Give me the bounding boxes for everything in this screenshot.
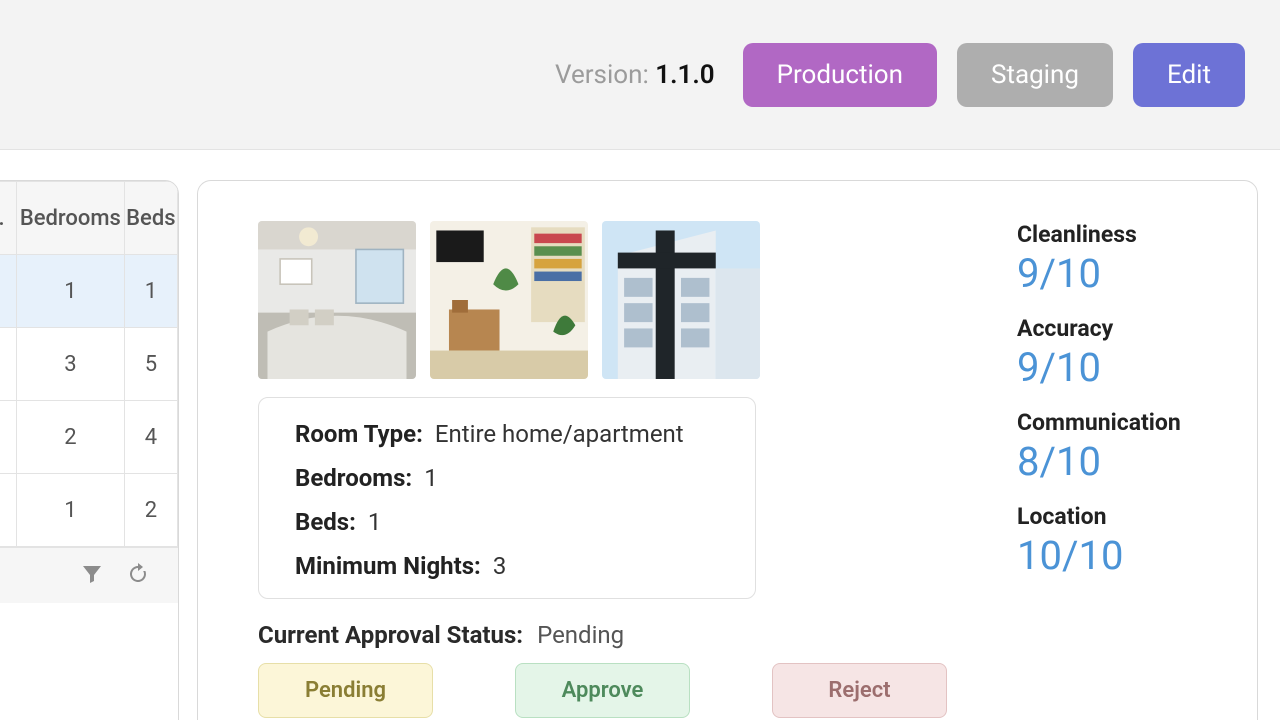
building-exterior-photo[interactable] <box>602 221 760 379</box>
score-label: Cleanliness <box>1017 221 1217 248</box>
row-cell-bedrooms: 1 <box>17 474 125 547</box>
approval-status-label: Current Approval Status: <box>258 621 523 649</box>
score-communication: Communication 8/10 <box>1017 409 1217 485</box>
beds-label: Beds: <box>295 508 356 536</box>
listing-info-box: Room Type: Entire home/apartment Bedroom… <box>258 397 756 599</box>
col-header-beds[interactable]: Beds <box>124 182 177 255</box>
row-cell-trunc <box>0 328 17 401</box>
room-type-value: Entire home/apartment <box>435 420 684 448</box>
row-cell-beds: 5 <box>124 328 177 401</box>
col-header-bedrooms[interactable]: Bedrooms <box>17 182 125 255</box>
approval-status-value: Pending <box>537 621 624 649</box>
score-accuracy: Accuracy 9/10 <box>1017 315 1217 391</box>
pending-button[interactable]: Pending <box>258 663 433 718</box>
score-value: 10/10 <box>1017 532 1217 579</box>
row-cell-beds: 1 <box>124 255 177 328</box>
row-cell-bedrooms: 2 <box>17 401 125 474</box>
livingroom-photo[interactable] <box>430 221 588 379</box>
col-header-trunc[interactable]: . <box>0 182 17 255</box>
table-row[interactable]: 1 1 <box>0 255 178 328</box>
scores-column: Cleanliness 9/10 Accuracy 9/10 Communica… <box>1017 221 1217 718</box>
table-row[interactable]: 3 5 <box>0 328 178 401</box>
row-cell-beds: 2 <box>124 474 177 547</box>
detail-column: Room Type: Entire home/apartment Bedroom… <box>258 221 947 718</box>
row-cell-trunc <box>0 474 17 547</box>
table-footer <box>0 547 178 603</box>
row-cell-trunc <box>0 255 17 328</box>
bedrooms-label: Bedrooms: <box>295 464 412 492</box>
score-cleanliness: Cleanliness 9/10 <box>1017 221 1217 297</box>
version-label: Version: <box>555 60 649 90</box>
score-label: Location <box>1017 503 1217 530</box>
score-label: Communication <box>1017 409 1217 436</box>
score-label: Accuracy <box>1017 315 1217 342</box>
row-cell-bedrooms: 3 <box>17 328 125 401</box>
reject-button[interactable]: Reject <box>772 663 947 718</box>
row-cell-trunc <box>0 401 17 474</box>
listing-photos <box>258 221 947 379</box>
listings-table: . Bedrooms Beds 1 1 3 5 2 <box>0 181 178 547</box>
table-row[interactable]: 2 4 <box>0 401 178 474</box>
version-display: Version: 1.1.0 <box>555 60 715 90</box>
score-value: 8/10 <box>1017 438 1217 485</box>
header-bar: Version: 1.1.0 Production Staging Edit <box>0 0 1280 150</box>
staging-button[interactable]: Staging <box>957 43 1113 107</box>
bedroom-photo[interactable] <box>258 221 416 379</box>
approval-status: Current Approval Status: Pending <box>258 621 947 649</box>
row-cell-bedrooms: 1 <box>17 255 125 328</box>
score-value: 9/10 <box>1017 250 1217 297</box>
listings-table-panel: . Bedrooms Beds 1 1 3 5 2 <box>0 180 179 720</box>
score-value: 9/10 <box>1017 344 1217 391</box>
score-location: Location 10/10 <box>1017 503 1217 579</box>
refresh-icon[interactable] <box>126 562 150 590</box>
room-type-label: Room Type: <box>295 420 423 448</box>
bedrooms-value: 1 <box>424 464 438 492</box>
version-number: 1.1.0 <box>655 60 714 90</box>
row-cell-beds: 4 <box>124 401 177 474</box>
production-button[interactable]: Production <box>743 43 937 107</box>
beds-value: 1 <box>368 508 382 536</box>
filter-icon[interactable] <box>80 562 104 590</box>
min-nights-value: 3 <box>493 552 507 580</box>
approve-button[interactable]: Approve <box>515 663 690 718</box>
min-nights-label: Minimum Nights: <box>295 552 481 580</box>
approval-actions: Pending Approve Reject <box>258 663 947 718</box>
edit-button[interactable]: Edit <box>1133 43 1245 107</box>
detail-panel: Room Type: Entire home/apartment Bedroom… <box>197 180 1258 720</box>
main-area: . Bedrooms Beds 1 1 3 5 2 <box>0 150 1280 720</box>
table-row[interactable]: 1 2 <box>0 474 178 547</box>
